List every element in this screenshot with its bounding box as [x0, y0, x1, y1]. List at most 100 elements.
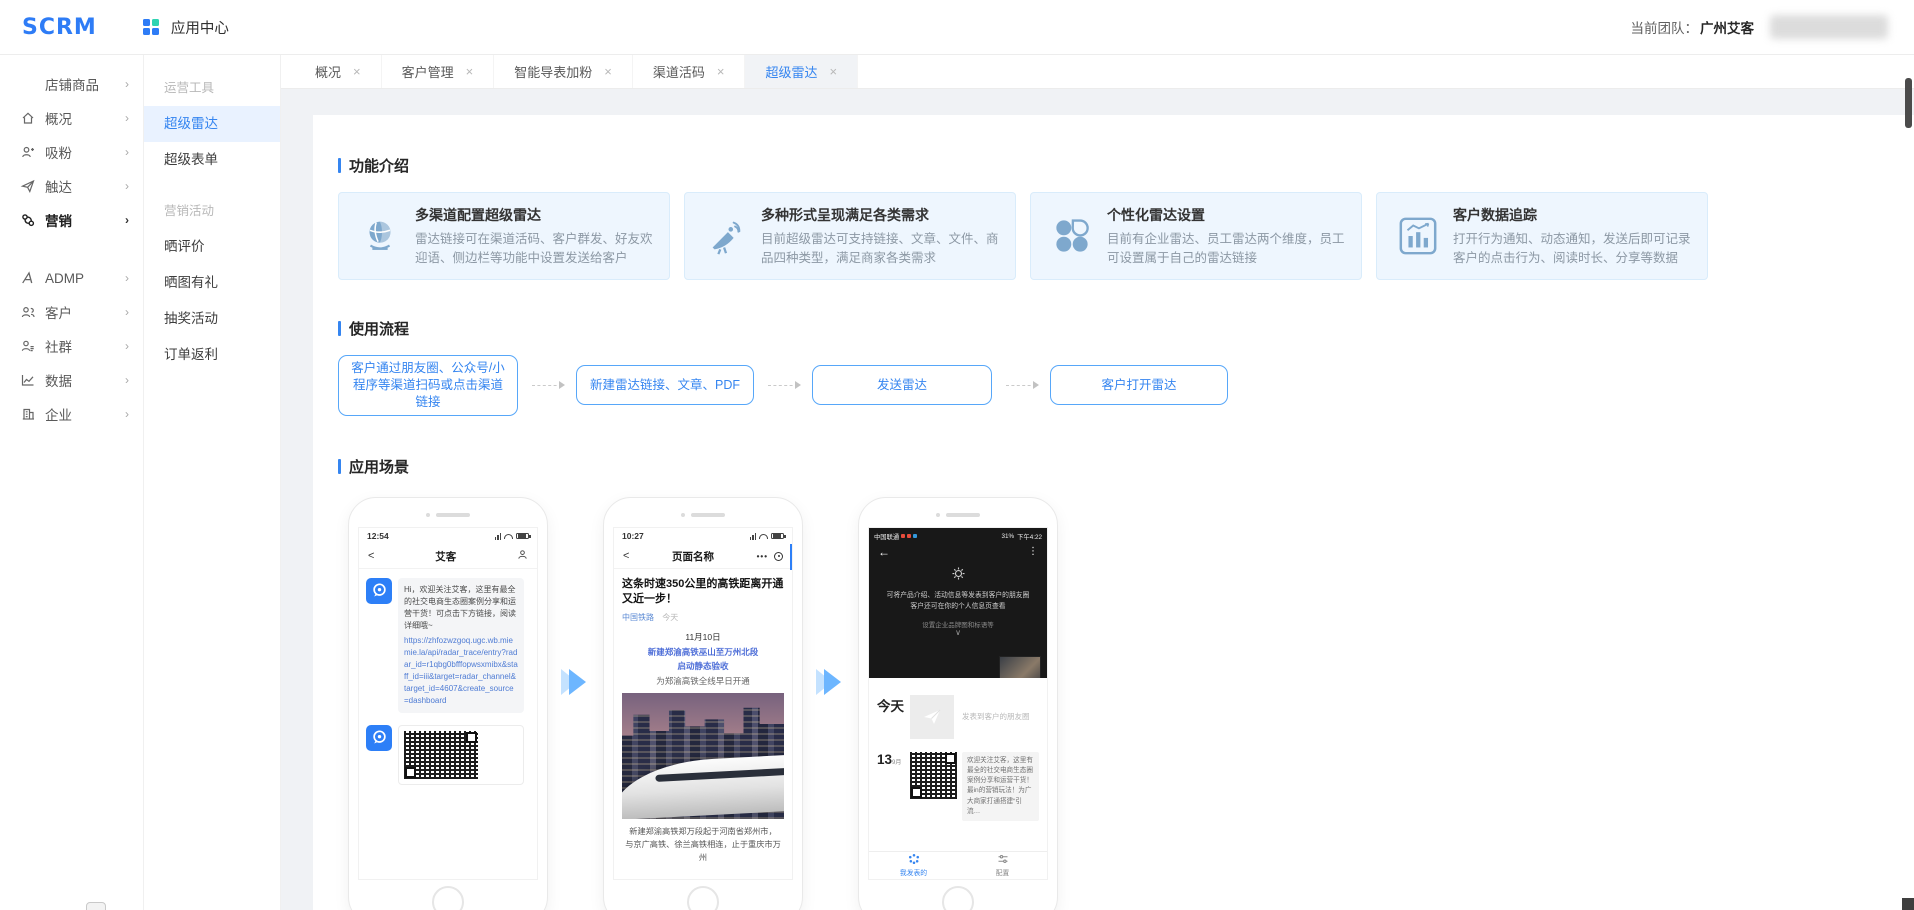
clover-icon: [1049, 213, 1095, 259]
primary-sidebar: 店铺商品 › 概况 › 吸粉 › 触达 › 营销 ›: [0, 55, 144, 910]
feature-card-personalized: 个性化雷达设置 目前有企业雷达、员工雷达两个维度，员工可设置属于自己的雷达链接: [1030, 192, 1362, 280]
tab-channel-qr[interactable]: 渠道活码×: [633, 55, 746, 88]
sidebar-item-customers[interactable]: 客户 ›: [0, 295, 143, 329]
blue-arrow-icon: [816, 669, 846, 695]
article-subtitle: 启动静态验收: [622, 659, 784, 673]
section-header-flow: 使用流程: [338, 318, 1914, 339]
article-source: 中国铁路: [622, 613, 654, 622]
chevron-right-icon: ›: [125, 373, 129, 387]
user-account-blurred[interactable]: [1770, 15, 1888, 39]
article-subtitle: 新建郑渝高铁巫山至万州北段: [622, 645, 784, 659]
tab-customer-management[interactable]: 客户管理×: [382, 55, 495, 88]
main-area: 概况× 客户管理× 智能导表加粉× 渠道活码× 超级雷达× 功能介绍: [281, 55, 1914, 910]
chevron-right-icon: ›: [125, 111, 129, 125]
sidebar-item-overview[interactable]: 概况 ›: [0, 101, 143, 135]
card-desc: 目前有企业雷达、员工雷达两个维度，员工可设置属于自己的雷达链接: [1107, 230, 1347, 266]
sidebar-item-marketing[interactable]: 营销 ›: [0, 203, 143, 237]
phone-speaker: [613, 507, 793, 523]
vertical-scrollbar-thumb[interactable]: [1905, 78, 1912, 128]
chevron-right-icon: ›: [125, 305, 129, 319]
admp-icon: [20, 270, 36, 286]
tab-smart-import[interactable]: 智能导表加粉×: [494, 55, 633, 88]
building-icon: [20, 406, 36, 422]
section-title: 使用流程: [349, 318, 409, 339]
chevron-right-icon: ›: [125, 145, 129, 159]
close-icon[interactable]: ×: [466, 65, 474, 78]
menu-item-order-rebate[interactable]: 订单返利: [144, 337, 280, 373]
tab-bar: 概况× 客户管理× 智能导表加粉× 渠道活码× 超级雷达×: [281, 55, 1914, 89]
close-icon[interactable]: ×: [717, 65, 725, 78]
dashed-arrow-icon: [1006, 385, 1036, 386]
sidebar-item-reach[interactable]: 触达 ›: [0, 169, 143, 203]
users-icon: [20, 304, 36, 320]
menu-item-photo-reward[interactable]: 晒图有礼: [144, 265, 280, 301]
article-date: 11月10日: [622, 630, 784, 644]
radar-link: https://zhfozwzgoq.ugc.wb.miemie.la/api/…: [404, 635, 518, 707]
section-accent-bar: [338, 321, 341, 336]
section-title: 功能介绍: [349, 155, 409, 176]
moments-tip: 可将产品介绍、活动信息等发表到客户的朋友圈 客户还可在你的个人信息页查看: [869, 590, 1047, 612]
feed-row-13: 139月 欢迎关注艾客，这里有最全的社交电商生态圈案例分享和运营干货！最in的营…: [877, 752, 1039, 821]
close-icon[interactable]: ×: [353, 65, 361, 78]
moments-tabbar: 我发表的 配置: [869, 851, 1047, 879]
card-desc: 目前超级雷达可支持链接、文章、文件、商品四种类型，满足商家各类需求: [761, 230, 1001, 266]
card-desc: 雷达链接可在渠道活码、客户群发、好友欢迎语、侧边栏等功能中设置发送给客户: [415, 230, 655, 266]
article-headline: 这条时速350公里的高铁距离开通又近一步！: [622, 577, 784, 608]
menu-item-lottery[interactable]: 抽奖活动: [144, 301, 280, 337]
close-icon[interactable]: ×: [604, 65, 612, 78]
contact-icon: [517, 549, 528, 563]
chevron-right-icon: ›: [125, 407, 129, 421]
flow-step-1: 客户通过朋友圈、公众号/小程序等渠道扫码或点击渠道链接: [338, 355, 518, 416]
chevron-right-icon: ›: [125, 179, 129, 193]
sidebar-item-admp[interactable]: ADMP ›: [0, 261, 143, 295]
battery-icon: [516, 533, 529, 540]
arrow-separator: [548, 497, 603, 910]
secondary-sidebar: 运营工具 超级雷达 超级表单 营销活动 晒评价 晒图有礼 抽奖活动 订单返利: [144, 55, 281, 910]
scrollbar-corner: [1902, 898, 1914, 910]
home-button: [687, 886, 719, 910]
phone-screen: 中国联通 31% 下午4:22: [868, 527, 1048, 880]
train-photo: [622, 693, 784, 819]
phone-screen: 12:54 < 艾客: [358, 527, 538, 880]
section-header-features: 功能介绍: [338, 155, 1914, 176]
wifi-icon: [504, 534, 513, 539]
dashed-arrow-icon: [768, 385, 798, 386]
sidebar-item-data[interactable]: 数据 ›: [0, 363, 143, 397]
wifi-icon: [759, 534, 768, 539]
menu-item-review-share[interactable]: 晒评价: [144, 229, 280, 265]
chevron-right-icon: ›: [125, 339, 129, 353]
top-bar: SCRM 应用中心 当前团队：广州艾客: [0, 0, 1914, 55]
flow-steps: 客户通过朋友圈、公众号/小程序等渠道扫码或点击渠道链接 新建雷达链接、文章、PD…: [338, 355, 1914, 416]
sidebar-item-shop-goods[interactable]: 店铺商品 ›: [0, 67, 143, 101]
feature-card-multichannel: 多渠道配置超级雷达 雷达链接可在渠道活码、客户群发、好友欢迎语、侧边栏等功能中设…: [338, 192, 670, 280]
group-label-operation-tools: 运营工具: [144, 71, 280, 106]
tab-config: 配置: [958, 852, 1047, 879]
app-center-label[interactable]: 应用中心: [171, 17, 229, 38]
scrm-logo: SCRM: [22, 15, 97, 40]
battery-icon: [771, 533, 784, 540]
sidebar-item-attract-fans[interactable]: 吸粉 ›: [0, 135, 143, 169]
sidebar-item-enterprise[interactable]: 企业 ›: [0, 397, 143, 431]
feed-date: 今天: [877, 695, 910, 739]
scroll-indicator: [790, 544, 793, 570]
qr-code: [910, 752, 957, 799]
more-icon: •••: [757, 552, 768, 561]
tab-super-radar[interactable]: 超级雷达×: [745, 55, 858, 88]
send-icon: [20, 178, 36, 194]
sidebar-item-community[interactable]: 社群 ›: [0, 329, 143, 363]
menu-item-super-form[interactable]: 超级表单: [144, 142, 280, 178]
tab-overview[interactable]: 概况×: [295, 55, 382, 88]
feature-card-formats: 多种形式呈现满足各类需求 目前超级雷达可支持链接、文章、文件、商品四种类型，满足…: [684, 192, 1016, 280]
section-accent-bar: [338, 459, 341, 474]
menu-item-super-radar[interactable]: 超级雷达: [144, 106, 280, 142]
close-icon[interactable]: ×: [829, 65, 837, 78]
team-name[interactable]: 广州艾客: [1700, 21, 1754, 36]
group-label-marketing-activities: 营销活动: [144, 194, 280, 229]
signal-icon: [495, 533, 502, 540]
sidebar-group-gap: [0, 237, 143, 261]
chevron-right-icon: ›: [125, 271, 129, 285]
article-paragraph: 新建郑渝高铁郑万段起于河南省郑州市， 与京广高铁、徐兰高铁相连，止于重庆市万州: [622, 825, 784, 864]
app-grid-icon[interactable]: [143, 19, 160, 36]
article-nav-bar: < 页面名称 •••: [614, 545, 792, 569]
feed-row-today: 今天 发表到客户的朋友圈: [877, 695, 1039, 739]
